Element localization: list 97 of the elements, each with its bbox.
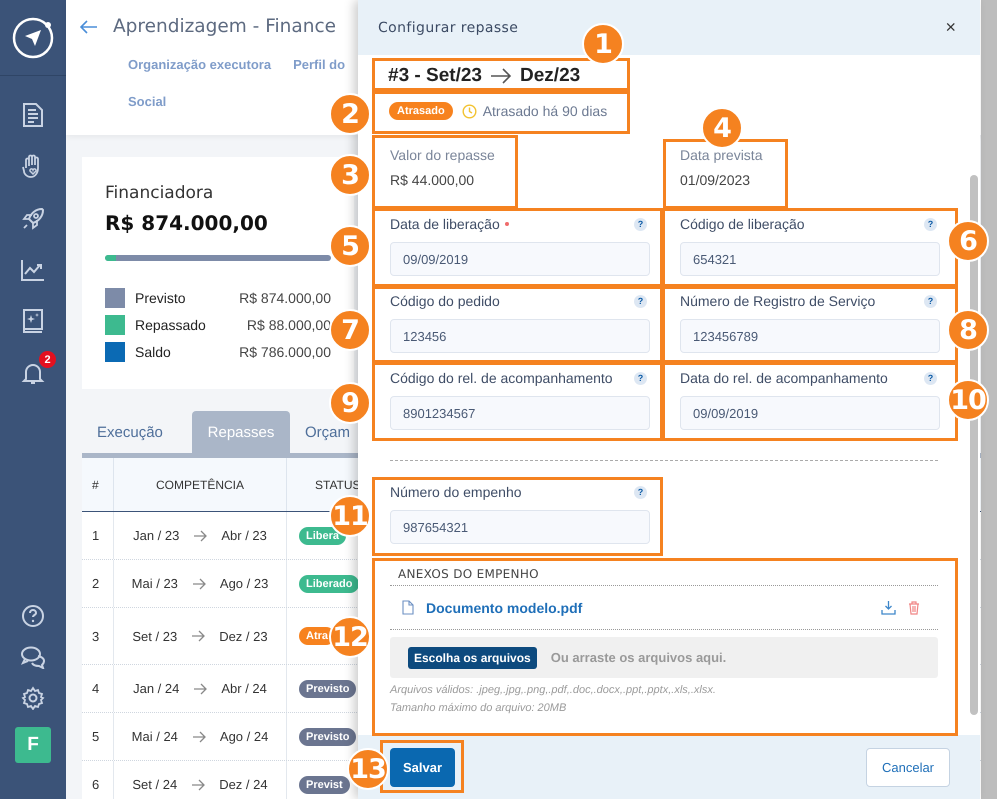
field-label: Código do rel. de acompanhamento: [390, 370, 613, 386]
period-end: Dez / 24: [219, 777, 268, 792]
help-icon[interactable]: [21, 604, 45, 628]
period-start: Mai / 23: [132, 576, 178, 591]
input-field[interactable]: 09/09/2019: [390, 242, 650, 276]
nav-link[interactable]: Perfil do: [293, 57, 346, 72]
nav-link[interactable]: Social: [128, 94, 166, 109]
info-label: Data prevista: [680, 147, 764, 163]
column-header: COMPETÊNCIA: [114, 458, 287, 511]
legend-label: Repassado: [135, 317, 206, 333]
close-button[interactable]: ×: [941, 17, 960, 38]
choose-files-button[interactable]: Escolha os arquivos: [408, 646, 537, 668]
help-icon[interactable]: ?: [634, 372, 647, 384]
drop-hint: Ou arraste os arquivos aqui.: [550, 650, 726, 665]
status-badge: Previst: [299, 776, 350, 794]
chat-icon[interactable]: [20, 645, 46, 669]
table-cell: 4: [82, 665, 114, 712]
save-button[interactable]: Salvar: [390, 748, 455, 786]
info-label: Valor do repasse: [390, 147, 496, 163]
delay-text: Atrasado há 90 dias: [482, 103, 608, 119]
field-label: Código de liberação: [680, 216, 805, 232]
field-label: Data de liberação: [390, 216, 500, 232]
arrow-icon: [192, 730, 206, 742]
arrow-icon: [192, 578, 206, 590]
help-icon[interactable]: ?: [634, 486, 647, 498]
file-link[interactable]: Documento modelo.pdf: [426, 600, 582, 616]
cancel-button[interactable]: Cancelar: [866, 748, 950, 786]
section-title: ANEXOS DO EMPENHO: [390, 557, 938, 586]
help-icon[interactable]: ?: [634, 294, 647, 308]
arrow-icon: [191, 630, 206, 642]
download-icon[interactable]: [881, 600, 896, 615]
table-cell: 6: [82, 761, 114, 799]
period-end: Dez / 23: [219, 628, 268, 644]
arrow-icon: [193, 682, 208, 694]
status-badge: Previsto: [299, 728, 356, 746]
legend-value: R$ 786.000,00: [239, 344, 331, 360]
settings-icon[interactable]: [21, 686, 45, 710]
help-icon[interactable]: ?: [924, 218, 937, 230]
period-end: Ago / 24: [220, 729, 268, 744]
clock-icon: [462, 104, 477, 118]
document-icon[interactable]: [21, 102, 45, 128]
chart-icon[interactable]: [20, 258, 46, 282]
nav-link[interactable]: Organização executora: [128, 57, 272, 72]
file-icon: [402, 600, 414, 615]
tab[interactable]: Execução: [82, 411, 192, 453]
drop-zone[interactable]: Escolha os arquivos Ou arraste os arquivos aqui.: [390, 637, 938, 678]
table-cell: 3: [82, 608, 114, 664]
legend-value: R$ 874.000,00: [239, 290, 331, 306]
period-start: Mai / 24: [132, 729, 178, 744]
field-label: Data do rel. de acompanhamento: [680, 370, 888, 386]
arrow-icon: [490, 68, 512, 84]
table-cell: 2: [82, 560, 114, 607]
input-field[interactable]: 654321: [680, 242, 940, 276]
period-start: #3 - Set/23: [388, 65, 482, 87]
help-icon[interactable]: ?: [924, 372, 937, 384]
column-header: #: [82, 458, 114, 511]
status-badge: Libera: [299, 526, 346, 544]
info-value: R$ 44.000,00: [390, 172, 476, 188]
period-end: Dez/23: [520, 65, 580, 87]
file-note: Arquivos válidos: .jpeg,.jpg,.png,.pdf,.doc,.docx,.ppt,.pptx,.xls,.xlsx.: [390, 684, 717, 696]
arrow-icon: [193, 530, 208, 542]
input-field[interactable]: 123456789: [680, 319, 940, 353]
period-start: Jan / 24: [133, 681, 180, 696]
period-end: Ago / 23: [220, 576, 268, 591]
period-start: Set / 23: [132, 628, 178, 644]
rocket-icon[interactable]: [20, 206, 46, 232]
period-end: Abr / 23: [221, 528, 267, 543]
period-end: Abr / 24: [221, 681, 267, 696]
total-amount: R$ 874.000,00: [105, 211, 269, 235]
notification-badge: 2: [39, 351, 56, 368]
field-label: Número de Registro de Serviço: [680, 293, 876, 309]
arrow-icon: [191, 778, 206, 790]
input-field[interactable]: 987654321: [390, 510, 650, 544]
book-icon[interactable]: [21, 308, 45, 334]
field-label: Número do empenho: [390, 484, 522, 500]
file-note: Tamanho máximo do arquivo: 20MB: [390, 702, 568, 714]
card-title: Financiadora: [105, 183, 214, 203]
help-icon[interactable]: ?: [634, 218, 647, 230]
input-field[interactable]: 8901234567: [390, 396, 650, 430]
help-icon[interactable]: ?: [924, 294, 937, 308]
input-field[interactable]: 09/09/2019: [680, 396, 940, 430]
page-title: Aprendizagem - Finance: [113, 16, 336, 37]
field-label: Código do pedido: [390, 293, 500, 309]
input-field[interactable]: 123456: [390, 319, 650, 353]
legend-label: Previsto: [135, 290, 186, 306]
modal-title: Configurar repasse: [378, 20, 518, 36]
table-cell: 5: [82, 713, 114, 760]
table-cell: 1: [82, 512, 114, 559]
status-badge: Liberado: [299, 574, 360, 592]
status-badge: Atrasado: [389, 102, 453, 120]
period-start: Jan / 23: [133, 528, 180, 543]
back-arrow-icon[interactable]: [80, 20, 98, 34]
period-start: Set / 24: [132, 777, 178, 792]
legend-label: Saldo: [135, 344, 171, 360]
info-value: 01/09/2023: [680, 172, 752, 188]
legend-value: R$ 88.000,00: [246, 317, 331, 333]
status-badge: Previsto: [299, 680, 356, 698]
